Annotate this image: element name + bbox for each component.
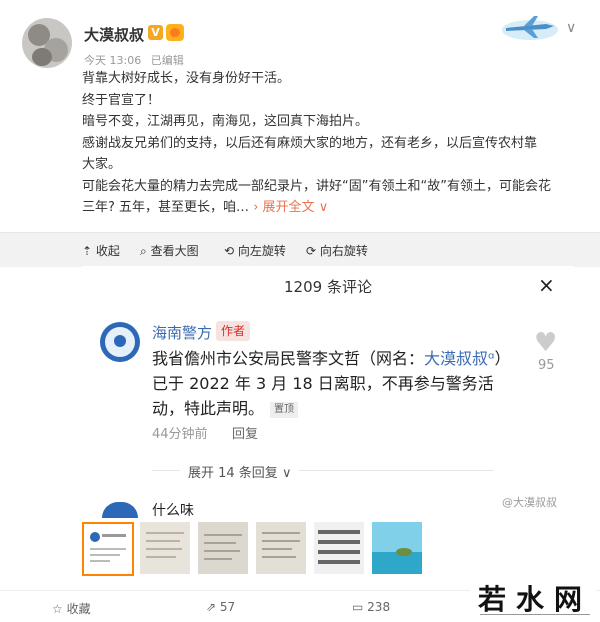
post-line: 可能会花大量的精力去完成一部纪录片，讲好“固”有领土和“故”有领土，可能会花 — [82, 178, 551, 194]
vip-badge-icon — [166, 24, 184, 41]
site-logo: 若水网 — [470, 570, 596, 621]
chevron-down-icon: ∨ — [318, 200, 329, 215]
post-line: 背靠大树好成长，没有身份好干活。 — [82, 71, 291, 86]
like-heart-icon[interactable]: ♥ — [534, 328, 557, 358]
chevron-down-icon: ∨ — [281, 466, 292, 481]
expand-replies-button[interactable]: 展开 14 条回复 ∨ — [180, 462, 300, 481]
rotate-left-icon: ⟲ — [224, 244, 235, 258]
verified-badge-icon: V — [148, 25, 163, 40]
collapse-icon: ⇡ — [82, 244, 93, 258]
reply-button[interactable]: 回复 — [232, 423, 258, 442]
post-line: 三年? 五年，甚至更长，咱… — [82, 200, 250, 215]
watermark: @大漠叔叔 — [502, 496, 557, 509]
view-large-button[interactable]: ⌕ 查看大图 — [140, 242, 199, 259]
post-meta: 今天 13:06 已编辑 — [84, 52, 190, 68]
pinned-badge: 置顶 — [270, 401, 299, 418]
favorite-button[interactable]: ☆ 收藏 — [52, 600, 91, 617]
close-icon[interactable]: × — [538, 273, 555, 297]
star-icon: ☆ — [52, 602, 63, 616]
rotate-left-button[interactable]: ⟲ 向左旋转 — [224, 242, 286, 259]
airplane-banner-icon — [502, 16, 558, 40]
thumbnail[interactable] — [140, 522, 190, 574]
repost-button[interactable]: ⇗ 57 — [206, 600, 235, 614]
next-comment-preview: 什么味 — [152, 503, 194, 519]
repost-icon: ⇗ — [206, 600, 217, 614]
rotate-right-button[interactable]: ⟳ 向右旋转 — [306, 242, 368, 259]
next-comment-avatar — [102, 502, 138, 518]
post-menu-chevron-icon[interactable]: ∨ — [566, 20, 576, 36]
post-username[interactable]: 大漠叔叔 — [84, 24, 144, 45]
post-line: 终于官宣了！ — [82, 92, 161, 108]
comment-button[interactable]: ▭ 238 — [352, 600, 390, 614]
post-time: 今天 13:06 — [84, 54, 142, 67]
comments-panel: 1209 条评论 × 海南警方 作者 我省儋州市公安局民警李文哲（网名：大漠叔叔… — [82, 266, 574, 519]
post-line: 感谢战友兄弟们的支持，以后还有麻烦大家的地方，还有老乡，以后宣传农村靠 — [82, 135, 538, 151]
post-edited: 已编辑 — [150, 54, 184, 67]
post-line: 暗号不变，江湖再见，南海见，这回真下海拍片。 — [82, 114, 369, 129]
comment-text: 我省儋州市公安局民警李文哲（网名：大漠叔叔ᵅ）已于 2022 年 3 月 18 … — [152, 349, 511, 418]
like-count: 95 — [538, 358, 555, 373]
comments-title: 1209 条评论 — [284, 278, 372, 296]
police-avatar[interactable] — [100, 322, 140, 362]
thumbnail[interactable] — [372, 522, 422, 574]
thumbnail[interactable] — [82, 522, 134, 576]
thumbnail[interactable] — [314, 522, 364, 574]
collapse-button[interactable]: ⇡ 收起 — [82, 242, 120, 259]
comment-time: 44分钟前 — [152, 427, 208, 442]
author-tag: 作者 — [216, 321, 251, 341]
comment-icon: ▭ — [352, 600, 364, 614]
rotate-right-icon: ⟳ — [306, 244, 317, 258]
comment-author[interactable]: 海南警方 — [152, 322, 212, 343]
post-content: 背靠大树好成长，没有身份好干活。 终于官宣了！ 暗号不变，江湖再见，南海见，这回… — [82, 68, 582, 219]
user-avatar[interactable] — [22, 18, 72, 68]
expand-full-link[interactable]: › 展开全文 ∨ — [253, 200, 328, 215]
search-icon: ⌕ — [140, 244, 147, 258]
thumbnail[interactable] — [256, 522, 306, 574]
thumbnail[interactable] — [198, 522, 248, 574]
mention-link[interactable]: 大漠叔叔 — [424, 349, 488, 368]
post-line: 大家。 — [82, 157, 122, 172]
